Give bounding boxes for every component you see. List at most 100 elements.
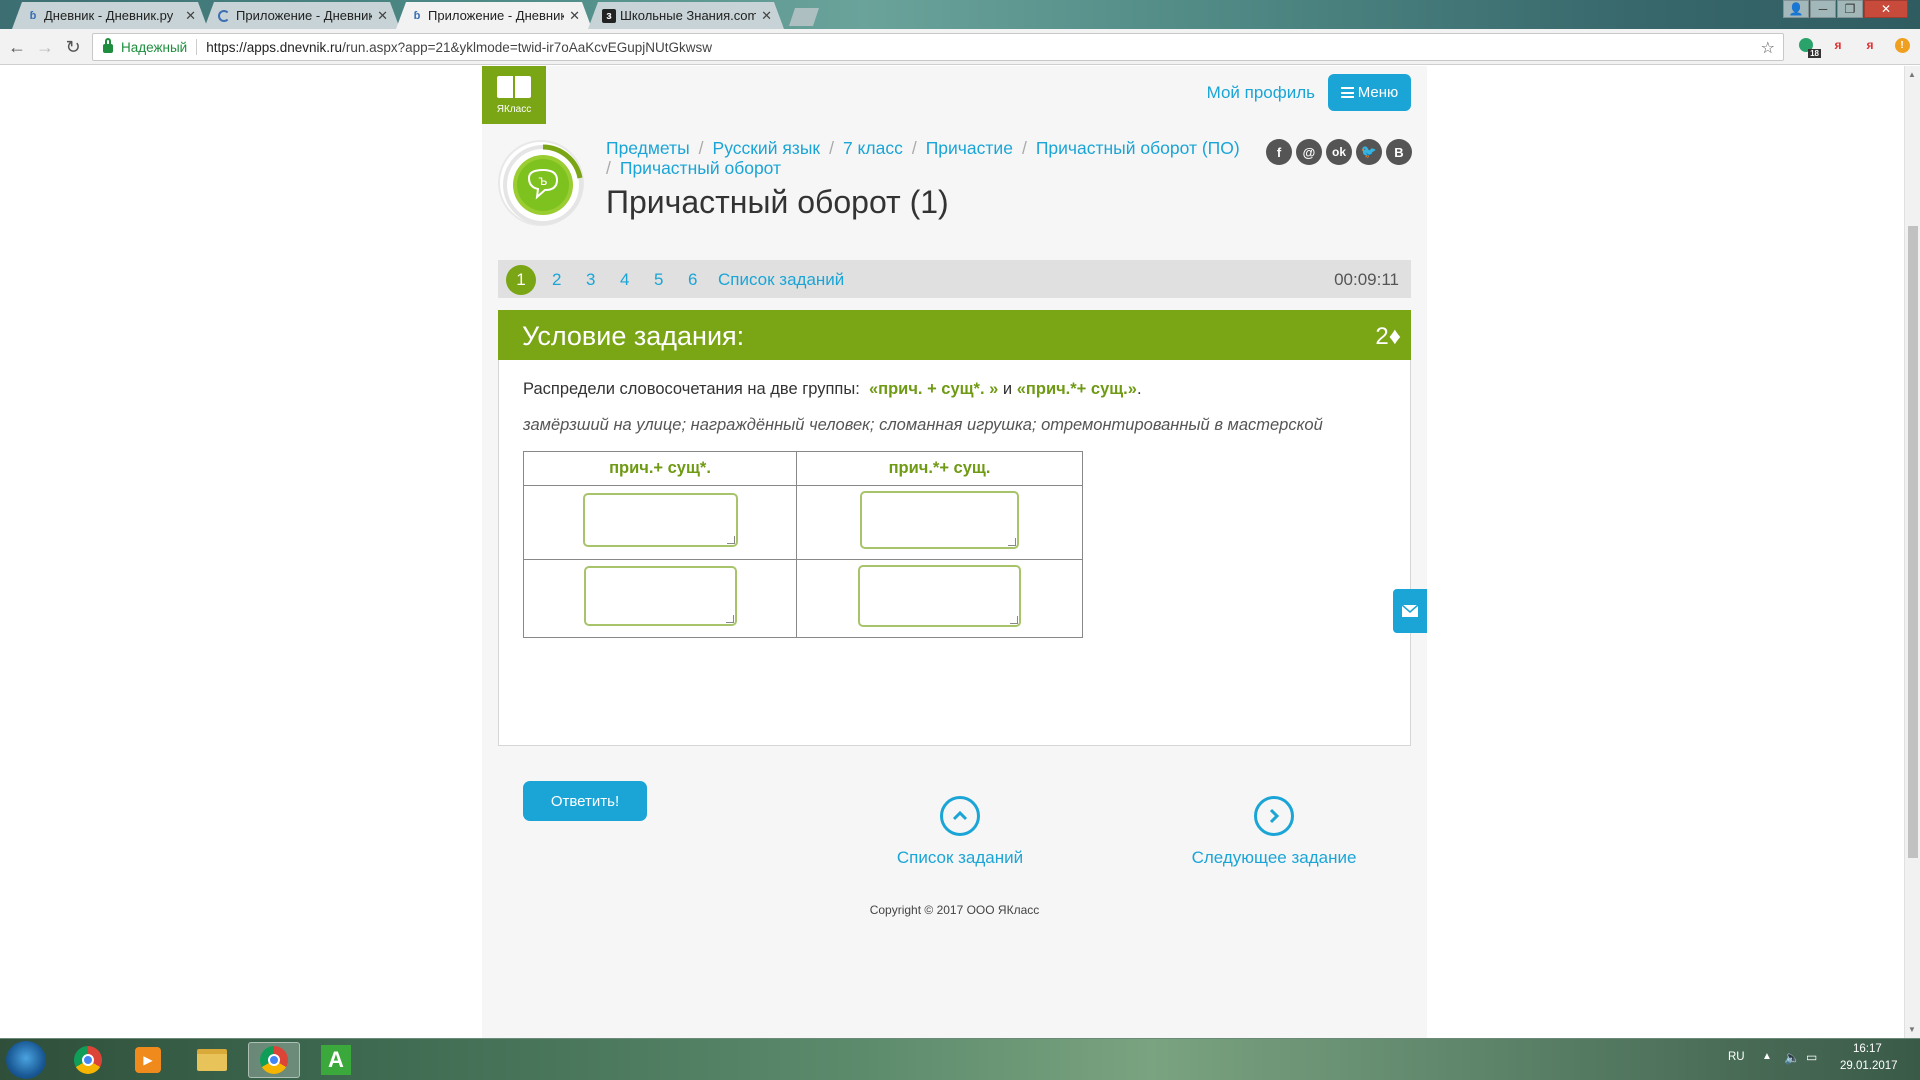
answer-field-1-2[interactable] [860, 491, 1019, 549]
hamburger-icon [1340, 87, 1354, 98]
odnoklassniki-icon[interactable]: ok [1326, 139, 1352, 165]
twitter-icon[interactable]: 🐦 [1356, 139, 1382, 165]
feedback-mail-icon[interactable] [1393, 589, 1427, 633]
answer-field-2-1[interactable] [583, 566, 737, 626]
windows-start-icon[interactable] [6, 1041, 46, 1079]
answer-field-2-2[interactable] [858, 565, 1021, 627]
answer-field-1-1[interactable] [582, 493, 738, 547]
extension-icon[interactable]: 18 [1797, 36, 1821, 58]
group2-label: «прич.*+ сущ.» [1016, 380, 1137, 398]
logo-text: ЯКласс [496, 103, 532, 115]
chevron-right-icon [1254, 796, 1294, 836]
facebook-icon[interactable]: f [1266, 139, 1292, 165]
task-number-4[interactable]: 4 [620, 270, 629, 290]
page-scrollbar[interactable]: ▲ ▼ [1904, 66, 1920, 1038]
tab-label: Приложение - Дневник [428, 8, 564, 23]
file-explorer-icon[interactable] [186, 1042, 238, 1078]
browser-tab-3-active[interactable]: ɓ Приложение - Дневник ✕ [396, 2, 592, 29]
browser-toolbar: ← → ↻ Надежный https://apps.dnevnik.ru/r… [0, 29, 1920, 65]
scrollbar-thumb[interactable] [1908, 226, 1918, 858]
media-player-icon[interactable]: ▶ [122, 1042, 174, 1078]
footer-task-list[interactable]: Список заданий [860, 796, 1060, 868]
task-list-link[interactable]: Список заданий [718, 270, 844, 290]
condition-title: Условие задания: [522, 321, 745, 351]
breadcrumb-participle-phrase-po[interactable]: Причастный оборот (ПО) [1036, 138, 1240, 158]
condition-header: Условие задания: 2♦ [498, 310, 1411, 360]
new-tab-button[interactable] [789, 8, 819, 26]
copyright: Copyright © 2017 ООО ЯКласс [869, 903, 1040, 917]
points-badge: 2♦ [1375, 323, 1401, 350]
reload-icon[interactable]: ↻ [62, 36, 84, 58]
browser-tab-4[interactable]: з Школьные Знания.com ✕ [588, 2, 784, 29]
page-title: Причастный оборот (1) [606, 184, 949, 220]
dnevnik-icon: ɓ [413, 10, 421, 22]
menu-button[interactable]: Меню [1328, 74, 1411, 111]
answer-button[interactable]: Ответить! [523, 781, 647, 821]
volume-icon[interactable]: 🔈 [1784, 1050, 1800, 1066]
browser-tab-1[interactable]: ɓ Дневник - Дневник.ру ✕ [12, 2, 208, 29]
close-tab-icon[interactable]: ✕ [185, 8, 196, 24]
svg-text:ъ: ъ [538, 174, 547, 189]
breadcrumb: Предметы / Русский язык/7 класс / Причастие /… [606, 138, 1240, 178]
close-window-button[interactable]: ✕ [1864, 0, 1908, 18]
znanija-icon: з [602, 9, 616, 23]
tray-expand-icon[interactable]: ▲ [1762, 1051, 1772, 1062]
yandex-icon[interactable]: я [1861, 36, 1879, 54]
forward-arrow-icon[interactable]: → [34, 36, 56, 58]
task-number-5[interactable]: 5 [654, 270, 663, 290]
address-bar[interactable]: Надежный https://apps.dnevnik.ru/run.asp… [92, 33, 1784, 61]
column-header-2: прич.*+ сущ. [796, 451, 1083, 486]
dnevnik-icon: ɓ [29, 10, 37, 22]
secure-label: Надежный [121, 39, 188, 55]
condition-body: Распредели словосочетания на две группы:… [498, 360, 1411, 821]
column-header-1: прич.+ сущ*. [523, 451, 797, 486]
breadcrumb-participle-phrase[interactable]: Причастный оборот [620, 158, 781, 178]
group1-label: «прич. + сущ*. » [868, 380, 999, 398]
task-number-3[interactable]: 3 [586, 270, 595, 290]
mail-ru-icon[interactable]: @ [1296, 139, 1322, 165]
chrome-taskbar-icon[interactable] [62, 1042, 114, 1078]
app-a-icon[interactable]: A [310, 1042, 362, 1078]
tab-label: Приложение - Дневник [236, 8, 372, 23]
browser-tabbar: ɓ Дневник - Дневник.ру ✕ Приложение - Дн… [0, 0, 1920, 29]
task-navigation: 1 2 3 4 5 6 Список заданий 00:09:11 [498, 260, 1411, 298]
network-icon[interactable]: ▭ [1806, 1050, 1817, 1064]
task-instruction: Распредели словосочетания на две группы:… [523, 380, 1142, 398]
footer-next-task[interactable]: Следующее задание [1174, 796, 1374, 868]
topic-progress-icon: ъ [498, 140, 584, 226]
yandex-icon[interactable]: я [1829, 36, 1847, 54]
tab-label: Школьные Знания.com [620, 8, 756, 23]
window-controls: 👤 ─ ❐ ✕ [1782, 0, 1908, 20]
grouping-table: прич.+ сущ*. прич.*+ сущ. [523, 451, 1083, 638]
my-profile-link[interactable]: Мой профиль [1207, 83, 1315, 103]
vkontakte-icon[interactable]: B [1386, 139, 1412, 165]
breadcrumb-grade[interactable]: 7 класс [843, 138, 903, 158]
url-text[interactable]: https://apps.dnevnik.ru/run.aspx?app=21&… [206, 40, 712, 55]
alert-icon[interactable]: ! [1893, 36, 1911, 54]
breadcrumb-russian[interactable]: Русский язык [713, 138, 821, 158]
language-indicator[interactable]: RU [1728, 1051, 1745, 1063]
minimize-button[interactable]: ─ [1810, 0, 1836, 18]
chrome-taskbar-icon-active[interactable] [248, 1042, 300, 1078]
task-timer: 00:09:11 [1334, 270, 1399, 289]
close-tab-icon[interactable]: ✕ [377, 8, 388, 24]
phrases-list: замёрзший на улице; награждённый человек… [523, 416, 1323, 434]
task-number-2[interactable]: 2 [552, 270, 561, 290]
task-number-6[interactable]: 6 [688, 270, 697, 290]
breadcrumb-subjects[interactable]: Предметы [606, 138, 690, 158]
browser-tab-2[interactable]: Приложение - Дневник ✕ [204, 2, 400, 29]
breadcrumb-participle[interactable]: Причастие [926, 138, 1013, 158]
task-number-1[interactable]: 1 [506, 265, 536, 295]
back-arrow-icon[interactable]: ← [6, 36, 28, 58]
close-tab-icon[interactable]: ✕ [569, 8, 580, 24]
clock-time[interactable]: 16:17 [1853, 1043, 1882, 1055]
yaklass-logo[interactable]: ЯКласс [482, 66, 546, 124]
maximize-button[interactable]: ❐ [1837, 0, 1863, 18]
clock-date[interactable]: 29.01.2017 [1840, 1060, 1898, 1072]
windows-taskbar: ▶ A RU ▲ 🔈 ▭ 16:17 29.01.2017 [0, 1038, 1920, 1080]
close-tab-icon[interactable]: ✕ [761, 8, 772, 24]
book-icon [497, 75, 531, 100]
bookmark-star-icon[interactable]: ☆ [1761, 38, 1775, 58]
loading-icon [218, 10, 230, 22]
user-icon[interactable]: 👤 [1783, 0, 1809, 18]
